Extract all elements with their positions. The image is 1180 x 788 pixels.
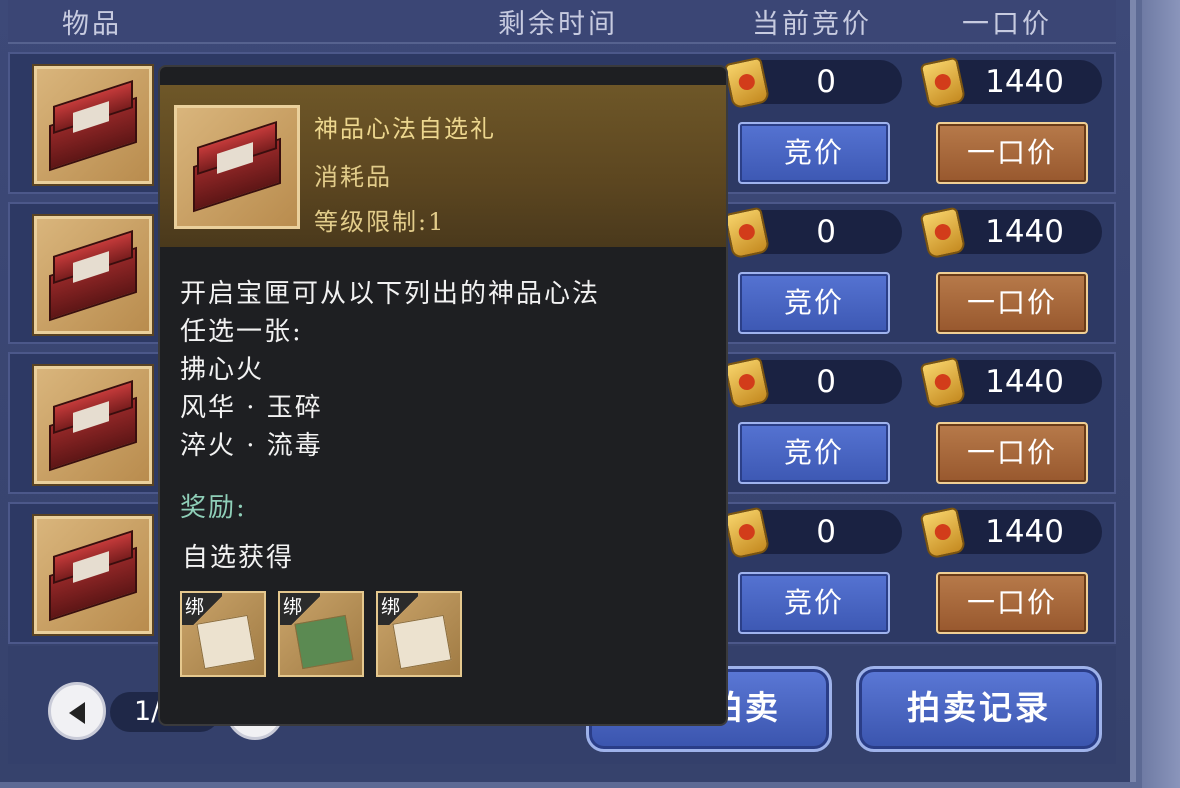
bind-badge: 绑 xyxy=(182,593,222,625)
header-time: 剩余时间 xyxy=(498,9,618,40)
tooltip-header: 神品心法自选礼 消耗品 等级限制:1 xyxy=(160,85,726,247)
chest-icon xyxy=(49,80,137,172)
bind-badge: 绑 xyxy=(378,593,418,625)
arrow-left-icon xyxy=(69,702,85,724)
bid-button[interactable]: 竞价 xyxy=(738,572,890,634)
reward-title: 奖励: xyxy=(180,493,247,523)
table-header: 物品 剩余时间 当前竞价 一口价 xyxy=(8,0,1116,44)
item-tooltip: 神品心法自选礼 消耗品 等级限制:1 开启宝匣可从以下列出的神品心法 任选一张:… xyxy=(158,65,728,726)
description-line: 拂心火 xyxy=(180,355,265,385)
bid-button[interactable]: 竞价 xyxy=(738,122,890,184)
buyout-button[interactable]: 一口价 xyxy=(936,122,1088,184)
buyout-button[interactable]: 一口价 xyxy=(936,572,1088,634)
description-line: 开启宝匣可从以下列出的神品心法 xyxy=(180,279,601,309)
chest-icon xyxy=(49,380,137,472)
header-current-bid: 当前竞价 xyxy=(752,9,872,40)
chest-icon xyxy=(49,530,137,622)
buyout-button[interactable]: 一口价 xyxy=(936,422,1088,484)
reward-item-slot[interactable]: 绑 xyxy=(180,591,266,677)
reward-description: 自选获得 xyxy=(182,543,295,573)
reward-item-slot[interactable]: 绑 xyxy=(278,591,364,677)
tooltip-description: 开启宝匣可从以下列出的神品心法 任选一张: 拂心火 风华 · 玉碎 淬火 · 流… xyxy=(180,275,710,465)
header-item: 物品 xyxy=(62,9,122,40)
description-line: 淬火 · 流毒 xyxy=(180,431,323,461)
tooltip-item-thumb xyxy=(174,105,300,229)
tooltip-item-name: 神品心法自选礼 xyxy=(314,115,496,143)
header-buyout: 一口价 xyxy=(962,9,1052,40)
tooltip-item-type: 消耗品 xyxy=(314,163,392,191)
item-thumb[interactable] xyxy=(34,516,152,634)
bid-button[interactable]: 竞价 xyxy=(738,272,890,334)
chest-icon xyxy=(49,230,137,322)
description-line: 风华 · 玉碎 xyxy=(180,393,323,423)
chest-icon xyxy=(193,121,281,213)
side-frame xyxy=(1142,0,1180,788)
auction-record-button[interactable]: 拍卖记录 xyxy=(856,666,1102,752)
item-thumb[interactable] xyxy=(34,66,152,184)
bid-button[interactable]: 竞价 xyxy=(738,422,890,484)
bind-badge: 绑 xyxy=(280,593,320,625)
item-thumb[interactable] xyxy=(34,216,152,334)
buyout-button[interactable]: 一口价 xyxy=(936,272,1088,334)
description-line: 任选一张: xyxy=(180,317,303,347)
item-thumb[interactable] xyxy=(34,366,152,484)
reward-item-slot[interactable]: 绑 xyxy=(376,591,462,677)
prev-page-button[interactable] xyxy=(48,682,106,740)
tooltip-level-requirement: 等级限制:1 xyxy=(314,208,446,236)
